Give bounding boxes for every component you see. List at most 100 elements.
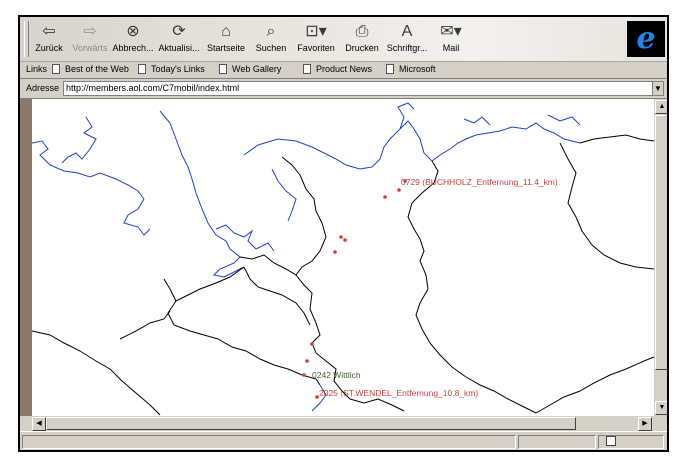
stop-button[interactable]: ⊗ Abbrech... [111, 20, 155, 58]
print-button-label: Drucken [345, 43, 379, 53]
refresh-button[interactable]: ⟳ Aktualisi... [157, 20, 201, 58]
border-line [559, 142, 655, 270]
font-size-button[interactable]: A Schriftgr... [384, 20, 430, 58]
address-label: Adresse [26, 83, 60, 93]
scroll-down-button[interactable]: ▼ [655, 401, 667, 415]
border-line [281, 156, 327, 276]
coastline [499, 122, 581, 144]
font-size-button-label: Schriftgr... [386, 43, 428, 53]
map-marker[interactable] [302, 373, 306, 377]
coastline [371, 120, 433, 168]
link-label: Microsoft [399, 64, 436, 74]
refresh-button-label: Aktualisi... [158, 43, 200, 53]
vertical-scrollbar[interactable]: ▲ ▼ [654, 99, 667, 416]
coastline [61, 116, 97, 164]
link-label: Today's Links [151, 64, 205, 74]
home-button-label: Startseite [206, 43, 246, 53]
address-dropdown-button[interactable]: ▼ [652, 81, 664, 96]
forward-arrow-icon: ⇨ [83, 23, 97, 40]
coastline [123, 198, 151, 236]
map-marker[interactable] [305, 359, 309, 363]
map-marker[interactable] [310, 342, 314, 346]
map-label-stwendel: 2025 (ST.WENDEL_Entfernung_10.8_km) [319, 388, 478, 398]
ie-logo-icon: e [627, 21, 665, 57]
back-button-label: Zurück [35, 43, 63, 53]
print-button[interactable]: ⎙ Drucken [341, 20, 383, 58]
page-icon [303, 64, 311, 74]
border-line [407, 160, 537, 414]
horizontal-scrollbar[interactable]: ◀ ▶ [32, 416, 654, 431]
link-best-of-the-web[interactable]: Best of the Web [52, 63, 129, 76]
vertical-scroll-thumb[interactable] [655, 115, 667, 370]
page-icon [219, 64, 227, 74]
link-web-gallery[interactable]: Web Gallery [219, 63, 281, 76]
map-marker[interactable] [339, 235, 343, 239]
map-canvas: 0729 (BUCHHOLZ_Entfernung_11.4_km) 0242 … [31, 102, 655, 416]
link-microsoft[interactable]: Microsoft [386, 63, 436, 76]
search-button[interactable]: ⌕ Suchen [252, 20, 290, 58]
link-label: Product News [316, 64, 373, 74]
map-marker[interactable] [333, 250, 337, 254]
mail-button[interactable]: ✉▾ Mail [434, 20, 468, 58]
stop-icon: ⊗ [126, 23, 140, 40]
map-marker[interactable] [383, 195, 387, 199]
coastline [271, 168, 297, 222]
standard-toolbar: ⇦ Zurück ⇨ Vorwärts ⊗ Abbrech... ⟳ Aktua… [20, 17, 667, 62]
home-icon: ⌂ [221, 23, 231, 40]
browser-window: ⇦ Zurück ⇨ Vorwärts ⊗ Abbrech... ⟳ Aktua… [18, 15, 669, 452]
favorites-icon: ⊡▾ [305, 23, 327, 40]
scroll-left-button[interactable]: ◀ [32, 417, 46, 431]
page-icon [138, 64, 146, 74]
horizontal-scroll-thumb[interactable] [46, 417, 576, 430]
page-icon [52, 64, 60, 74]
chevron-left-icon: ◀ [36, 420, 42, 427]
coastline [215, 224, 275, 252]
scroll-right-button[interactable]: ▶ [638, 417, 652, 431]
search-button-label: Suchen [255, 43, 287, 53]
coastline-layer [31, 102, 581, 412]
forward-button-label: Vorwärts [72, 43, 108, 53]
border-line [349, 398, 405, 412]
search-icon: ⌕ [266, 23, 276, 40]
forward-button[interactable]: ⇨ Vorwärts [70, 20, 110, 58]
font-size-icon: A [401, 23, 413, 40]
coastline [431, 130, 501, 162]
link-todays-links[interactable]: Today's Links [138, 63, 205, 76]
coastline [31, 140, 145, 200]
status-bar [20, 431, 667, 450]
coastline [547, 114, 581, 126]
border-line [119, 310, 171, 340]
back-arrow-icon: ⇦ [42, 23, 56, 40]
address-bar: Adresse http://members.aol.com/C7mobil/i… [20, 79, 667, 99]
link-label: Best of the Web [65, 64, 129, 74]
link-label: Web Gallery [232, 64, 282, 74]
page-background-strip [20, 99, 32, 416]
border-line [243, 266, 311, 326]
page-content: 0729 (BUCHHOLZ_Entfernung_11.4_km) 0242 … [20, 99, 667, 416]
home-button[interactable]: ⌂ Startseite [204, 20, 248, 58]
page-icon [386, 64, 394, 74]
chevron-up-icon: ▲ [658, 103, 666, 110]
marker-layer [302, 179, 407, 399]
map-label-wittlich: 0242 Wittlich [312, 370, 361, 380]
coastline [212, 248, 245, 278]
chevron-down-icon: ▼ [654, 84, 662, 93]
scroll-up-button[interactable]: ▲ [655, 100, 667, 114]
border-line [31, 330, 161, 416]
zone-icon [606, 436, 616, 446]
map-marker[interactable] [397, 188, 401, 192]
favorites-button[interactable]: ⊡▾ Favoriten [293, 20, 339, 58]
toolbar-grip[interactable] [24, 21, 29, 57]
address-input[interactable]: http://members.aol.com/C7mobil/index.htm… [63, 81, 657, 96]
stop-button-label: Abbrech... [112, 43, 154, 53]
coastline [463, 116, 491, 126]
status-progress-pane [518, 435, 596, 449]
print-icon: ⎙ [355, 23, 369, 40]
map-label-buchholz: 0729 (BUCHHOLZ_Entfernung_11.4_km) [401, 177, 558, 187]
refresh-icon: ⟳ [172, 23, 186, 40]
border-line [535, 356, 655, 414]
map-marker[interactable] [343, 238, 347, 242]
link-product-news[interactable]: Product News [303, 63, 372, 76]
back-button[interactable]: ⇦ Zurück [30, 20, 68, 58]
coastline [243, 138, 373, 170]
